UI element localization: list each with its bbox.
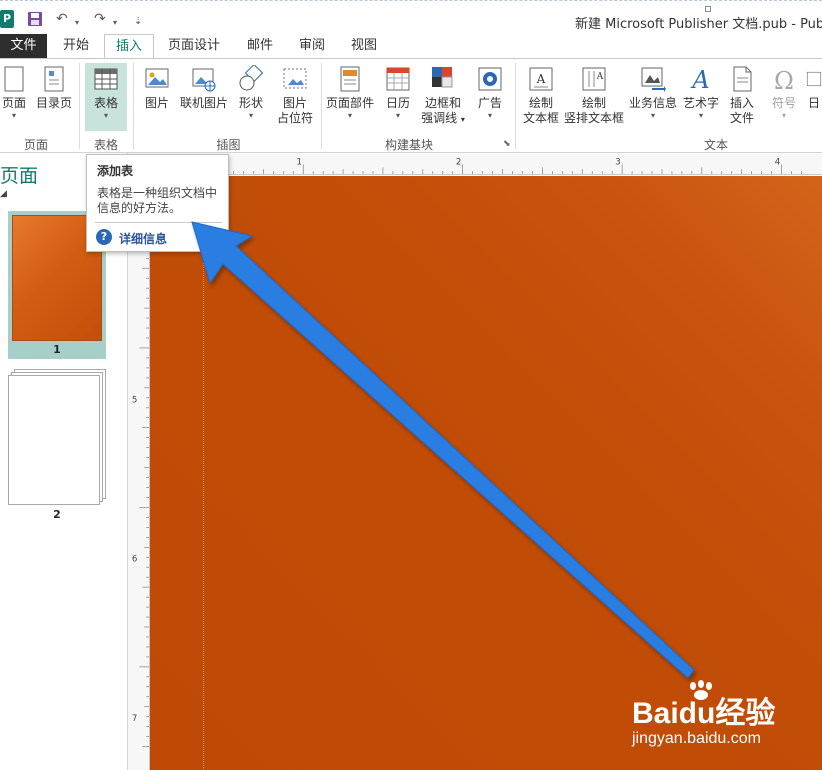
tab-review[interactable]: 审阅 xyxy=(290,34,334,59)
online-pictures-button[interactable]: 联机图片 xyxy=(178,65,230,111)
ruler-label: 3 xyxy=(615,157,620,167)
page-parts-icon xyxy=(340,66,360,92)
tooltip-description: 表格是一种组织文档中信息的好方法。 xyxy=(97,186,218,215)
tab-file[interactable]: 文件 xyxy=(0,34,47,58)
page-number: 1 xyxy=(53,343,61,356)
svg-text:A: A xyxy=(536,72,546,86)
group-label-building-blocks: 构建基块 xyxy=(384,138,433,152)
tab-mailings[interactable]: 邮件 xyxy=(238,34,282,59)
page-number: 2 xyxy=(53,508,61,521)
omega-icon: Ω xyxy=(774,67,794,93)
page-parts-button[interactable]: 页面部件 ▾ xyxy=(324,65,376,121)
draw-vertical-textbox-button[interactable]: A 绘制 竖排文本框 xyxy=(563,65,625,126)
undo-icon[interactable]: ↶ xyxy=(56,11,68,27)
advertisements-button[interactable]: 广告 ▾ xyxy=(474,65,506,121)
picture-placeholder-button[interactable]: 图片 占位符 xyxy=(274,65,316,126)
tab-view[interactable]: 视图 xyxy=(342,34,386,59)
vertical-ruler[interactable]: 5 6 7 xyxy=(128,175,150,770)
date-time-button[interactable]: 日 xyxy=(806,65,822,111)
watermark-logo: Baidu经验 xyxy=(632,697,776,730)
svg-text:A: A xyxy=(596,72,604,82)
svg-text:A: A xyxy=(690,66,709,93)
publisher-app-icon[interactable]: P xyxy=(0,10,14,28)
undo-dropdown-icon[interactable]: ▾ xyxy=(75,15,79,31)
collapse-pane-icon[interactable]: ◢ xyxy=(0,189,7,199)
redo-icon[interactable]: ↷ xyxy=(94,11,106,27)
ruler-label: 2 xyxy=(456,157,461,167)
catalog-page-button[interactable]: 目录页 xyxy=(34,65,74,111)
dialog-launcher-icon[interactable]: ⬊ xyxy=(503,139,511,149)
tooltip-more-info-link[interactable]: 详细信息 xyxy=(119,230,167,247)
shapes-icon xyxy=(239,65,264,91)
calendar-button[interactable]: 日历 ▾ xyxy=(382,65,414,121)
online-pictures-icon xyxy=(192,68,216,92)
symbol-button[interactable]: Ω 符号 ▾ xyxy=(768,65,800,121)
document-canvas[interactable] xyxy=(150,176,822,770)
watermark-url: jingyan.baidu.com xyxy=(632,730,761,747)
draw-vertical-textbox-icon: A xyxy=(582,67,606,91)
insert-file-icon xyxy=(733,66,752,92)
page-thumbnail-image xyxy=(8,375,100,505)
title-bar: P ↶ ▾ ↷ ▾ ⇣ 新建 Microsoft Publisher 文档.pu… xyxy=(0,0,822,34)
group-label-tables: 表格 xyxy=(93,138,118,152)
ruler-ticks xyxy=(139,188,149,747)
insert-file-button[interactable]: 插入 文件 xyxy=(726,65,758,126)
table-button[interactable]: 表格 ▾ xyxy=(85,63,127,131)
shapes-button[interactable]: 形状 ▾ xyxy=(236,65,266,121)
save-icon[interactable] xyxy=(27,11,43,27)
svg-text:Ω: Ω xyxy=(774,67,794,93)
add-table-tooltip: 添加表 表格是一种组织文档中信息的好方法。 ? 详细信息 xyxy=(86,154,229,252)
ruler-label: 4 xyxy=(775,157,780,167)
redo-dropdown-icon[interactable]: ▾ xyxy=(113,15,117,31)
draw-textbox-button[interactable]: A 绘制 文本框 xyxy=(520,65,562,126)
group-label-text: 文本 xyxy=(703,138,728,152)
tab-insert[interactable]: 插入 xyxy=(104,34,154,59)
borders-accents-button[interactable]: 边框和 强调线 ▾ xyxy=(418,65,468,127)
group-separator xyxy=(321,63,322,149)
group-separator xyxy=(515,63,516,149)
help-icon[interactable]: ? xyxy=(96,229,112,245)
horizontal-ruler[interactable]: 1 2 3 4 xyxy=(128,153,822,175)
calendar-icon xyxy=(386,67,410,91)
group-label-illustrations: 插图 xyxy=(216,138,241,152)
ruler-label: 1 xyxy=(297,157,302,167)
borders-accents-icon xyxy=(432,67,453,88)
catalog-page-icon xyxy=(44,66,64,92)
ribbon-tabs: 文件 开始 插入 页面设计 邮件 审阅 视图 xyxy=(0,34,822,59)
advertisements-icon xyxy=(478,67,502,91)
selection-handle xyxy=(705,6,711,12)
tooltip-divider xyxy=(95,222,222,223)
page-button[interactable]: 页面 ▾ xyxy=(0,65,28,121)
ruler-ticks xyxy=(143,164,802,174)
ruler-label: 5 xyxy=(132,395,137,405)
ribbon: 页面 ▾ 目录页 页面 表格 ▾ 表格 图片 联机图片 形状 ▾ 图片 占位符 … xyxy=(0,58,822,153)
baidu-watermark: Baidu经验 jingyan.baidu.com xyxy=(630,680,790,758)
tab-home[interactable]: 开始 xyxy=(54,34,98,59)
date-time-icon xyxy=(806,71,822,87)
draw-textbox-icon: A xyxy=(529,67,553,91)
margin-guide xyxy=(203,176,204,770)
ruler-label: 7 xyxy=(132,714,137,724)
table-icon xyxy=(94,68,118,90)
business-information-icon xyxy=(641,67,666,92)
wordart-icon: A xyxy=(690,66,709,93)
ruler-label: 6 xyxy=(132,555,137,565)
tooltip-title: 添加表 xyxy=(97,164,134,178)
picture-placeholder-icon xyxy=(283,68,307,89)
tab-page-design[interactable]: 页面设计 xyxy=(162,34,226,59)
customize-qat-icon[interactable]: ⇣ xyxy=(134,14,142,30)
picture-icon xyxy=(145,68,169,88)
group-separator xyxy=(133,63,134,149)
page-icon xyxy=(4,66,24,92)
picture-button[interactable]: 图片 xyxy=(141,65,173,111)
business-information-button[interactable]: 业务信息 ▾ xyxy=(627,65,679,121)
group-separator xyxy=(79,63,80,149)
wordart-button[interactable]: A 艺术字 ▾ xyxy=(682,65,720,121)
pages-pane-title: 页面 xyxy=(0,165,39,187)
window-title: 新建 Microsoft Publisher 文档.pub - Publish xyxy=(575,17,822,32)
group-label-pages: 页面 xyxy=(23,138,48,152)
